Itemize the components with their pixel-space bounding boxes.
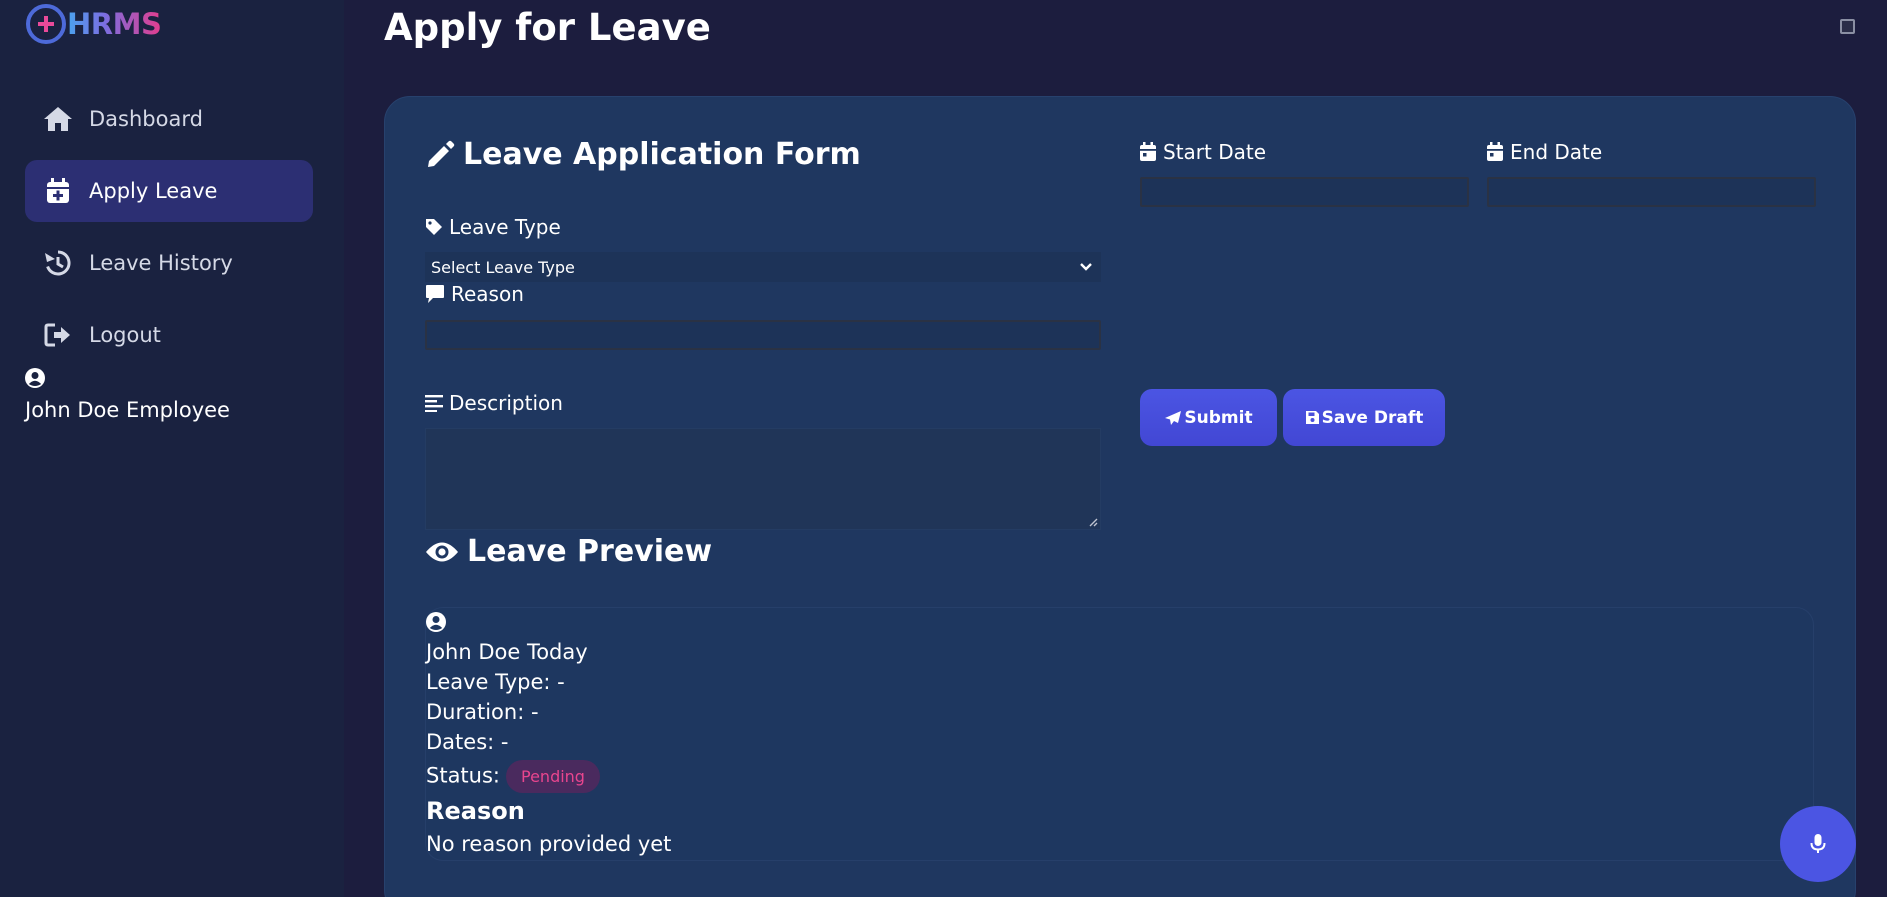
- sidebar-item-label: Logout: [89, 323, 161, 347]
- sidebar-item-logout[interactable]: Logout: [25, 304, 313, 366]
- description-textarea[interactable]: [425, 428, 1101, 530]
- sidebar-item-label: Leave History: [89, 251, 233, 275]
- logout-icon: [43, 320, 73, 350]
- home-icon: [43, 104, 73, 134]
- page-title: Apply for Leave: [384, 6, 711, 49]
- reason-label-text: Reason: [451, 282, 524, 306]
- preview-reason-text: No reason provided yet: [426, 832, 672, 856]
- preview-reason-heading: Reason: [426, 797, 525, 825]
- microphone-icon: [1810, 834, 1826, 853]
- preview-status: Status: Pending: [426, 760, 600, 793]
- logo-text: HRMS: [67, 7, 162, 41]
- toggle-checkbox[interactable]: [1840, 19, 1855, 34]
- preview-user-line: John Doe Today: [426, 640, 588, 664]
- reason-input[interactable]: [425, 320, 1101, 350]
- status-badge: Pending: [506, 760, 600, 793]
- save-draft-button-label: Save Draft: [1321, 407, 1424, 428]
- logo[interactable]: HRMS: [26, 4, 162, 44]
- end-date-label-text: End Date: [1510, 140, 1603, 164]
- user-profile: John Doe Employee: [25, 368, 230, 422]
- sidebar-item-label: Apply Leave: [89, 179, 218, 203]
- leave-preview-card: [425, 607, 1814, 861]
- reason-label: Reason: [425, 282, 524, 306]
- leave-type-select[interactable]: Select Leave Type: [425, 252, 1101, 282]
- user-circle-icon: [426, 612, 446, 632]
- history-icon: [43, 248, 73, 278]
- calendar-icon: [1140, 142, 1156, 161]
- align-left-icon: [425, 395, 443, 412]
- submit-button[interactable]: Submit: [1140, 389, 1277, 446]
- end-date-input[interactable]: [1487, 177, 1816, 207]
- chevron-down-icon: [1080, 263, 1092, 271]
- start-date-label-text: Start Date: [1163, 140, 1267, 164]
- eye-icon: [426, 542, 458, 561]
- end-date-label: End Date: [1486, 140, 1602, 164]
- comment-icon: [426, 285, 444, 303]
- start-date-input[interactable]: [1140, 177, 1469, 207]
- calendar-plus-icon: [43, 176, 73, 206]
- save-draft-button[interactable]: Save Draft: [1283, 389, 1445, 446]
- sidebar-item-label: Dashboard: [89, 107, 203, 131]
- preview-dates: Dates: -: [426, 730, 509, 754]
- form-title-text: Leave Application Form: [463, 137, 861, 172]
- sidebar-item-leave-history[interactable]: Leave History: [25, 232, 313, 294]
- user-circle-icon: [25, 368, 45, 388]
- user-name: John Doe Employee: [25, 398, 230, 422]
- leave-type-selected: Select Leave Type: [431, 257, 575, 277]
- preview-title: Leave Preview: [425, 534, 712, 569]
- leave-type-label-text: Leave Type: [449, 215, 561, 239]
- sidebar: HRMS Dashboard Apply Leave Leave History…: [0, 0, 344, 897]
- form-title: Leave Application Form: [425, 137, 861, 172]
- resize-handle-icon[interactable]: [1088, 517, 1098, 527]
- tag-icon: [426, 219, 442, 235]
- floppy-disk-icon: [1305, 411, 1319, 424]
- description-label: Description: [425, 391, 563, 415]
- preview-title-text: Leave Preview: [467, 534, 713, 569]
- preview-status-label: Status:: [426, 763, 500, 788]
- sidebar-item-apply-leave[interactable]: Apply Leave: [25, 160, 313, 222]
- sidebar-item-dashboard[interactable]: Dashboard: [25, 88, 313, 150]
- preview-duration: Duration: -: [426, 700, 539, 724]
- calendar-icon: [1487, 142, 1503, 161]
- description-label-text: Description: [449, 391, 563, 415]
- paper-plane-icon: [1165, 410, 1182, 425]
- voice-input-button[interactable]: [1780, 806, 1856, 882]
- logo-plus-icon: [26, 4, 66, 44]
- pencil-icon: [428, 140, 455, 167]
- submit-button-label: Submit: [1184, 407, 1253, 428]
- preview-leave-type: Leave Type: -: [426, 670, 565, 694]
- leave-type-label: Leave Type: [425, 215, 561, 239]
- start-date-label: Start Date: [1139, 140, 1266, 164]
